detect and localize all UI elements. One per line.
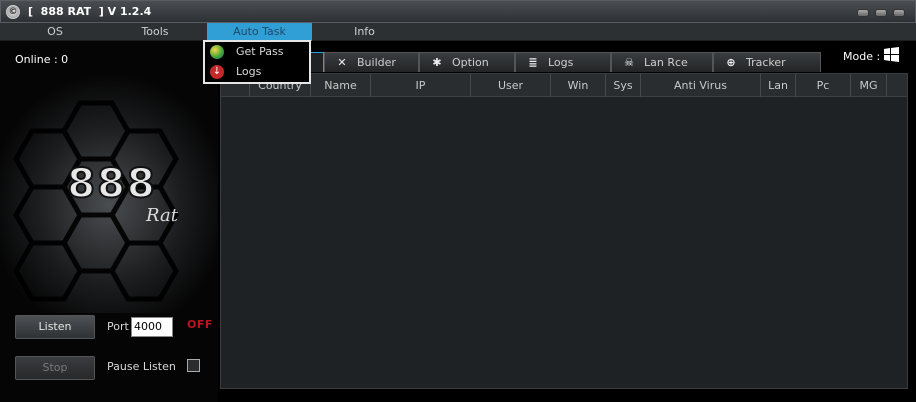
database-icon: ≣ — [528, 56, 538, 69]
column-pc[interactable]: Pc — [796, 74, 851, 97]
tab-builder-label: Builder — [357, 56, 396, 69]
logo-888: 888 — [67, 161, 157, 207]
tab-lan-rce[interactable]: ☠ Lan Rce — [611, 52, 713, 72]
get-pass-label: Get Pass — [236, 45, 284, 58]
pause-listen-label: Pause Listen — [107, 360, 176, 373]
tab-bar: ✕ Builder ✱ Option ≣ Logs ☠ Lan Rce ⊕ Tracker — [218, 52, 916, 72]
column-lan[interactable]: Lan — [761, 74, 796, 97]
window-title: [ 888 RAT ] V 1.2.4 — [28, 5, 152, 18]
column-name[interactable]: Name — [311, 74, 371, 97]
tab-builder[interactable]: ✕ Builder — [324, 52, 419, 72]
tab-option[interactable]: ✱ Option — [419, 52, 515, 72]
tab-logs[interactable]: ≣ Logs — [515, 52, 611, 72]
menu-bar: OS Tools Auto Task Info — [0, 23, 916, 41]
skull-icon: ☠ — [624, 56, 634, 69]
menu-logs[interactable]: ↓ Logs — [205, 62, 309, 82]
menu-os[interactable]: OS — [0, 23, 110, 41]
column-user[interactable]: User — [471, 74, 551, 97]
clients-table[interactable]: Country Name IP User Win Sys Anti Virus … — [220, 73, 908, 389]
tab-tracker-label: Tracker — [746, 56, 786, 69]
tab-logs-label: Logs — [548, 56, 574, 69]
column-ip[interactable]: IP — [371, 74, 471, 97]
menu-get-pass[interactable]: Get Pass — [205, 42, 309, 62]
left-panel: Online : 0 888 Rat Listen Port 4000 OFF … — [0, 41, 218, 402]
column-sys[interactable]: Sys — [606, 74, 641, 97]
menu-auto-task[interactable]: Auto Task — [207, 23, 312, 41]
close-button[interactable] — [893, 9, 905, 17]
menu-info[interactable]: Info — [312, 23, 417, 41]
column-win[interactable]: Win — [551, 74, 606, 97]
listen-button[interactable]: Listen — [15, 315, 95, 339]
online-count: Online : 0 — [15, 53, 69, 66]
menu-tools[interactable]: Tools — [110, 23, 200, 41]
maximize-button[interactable] — [875, 9, 887, 17]
pause-listen-checkbox[interactable] — [187, 359, 200, 372]
logs-label: Logs — [236, 65, 262, 78]
listen-status: OFF — [187, 318, 213, 331]
tab-lan-rce-label: Lan Rce — [644, 56, 688, 69]
globe-icon: ⊕ — [726, 56, 736, 69]
minimize-button[interactable] — [857, 9, 869, 17]
port-label: Port — [107, 320, 129, 333]
stop-button[interactable]: Stop — [15, 356, 95, 380]
gear-icon: ✱ — [432, 56, 442, 69]
table-header: Country Name IP User Win Sys Anti Virus … — [221, 74, 907, 97]
auto-task-dropdown: Get Pass ↓ Logs — [203, 40, 311, 84]
title-bar: © [ 888 RAT ] V 1.2.4 — [0, 0, 916, 23]
download-icon: ↓ — [210, 65, 224, 79]
rat-logo: 888 Rat — [0, 73, 218, 313]
logo-rat: Rat — [145, 205, 179, 226]
globe-icon — [210, 45, 224, 59]
tools-icon: ✕ — [337, 56, 347, 69]
main-area: Mode : ✕ Builder ✱ Option ≣ Logs ☠ Lan Rce ⊕… — [218, 41, 916, 402]
app-icon[interactable]: © — [6, 5, 20, 19]
column-mg[interactable]: MG — [851, 74, 887, 97]
port-input[interactable]: 4000 — [131, 317, 173, 337]
tab-option-label: Option — [452, 56, 489, 69]
column-anti-virus[interactable]: Anti Virus — [641, 74, 761, 97]
tab-tracker[interactable]: ⊕ Tracker — [713, 52, 821, 72]
